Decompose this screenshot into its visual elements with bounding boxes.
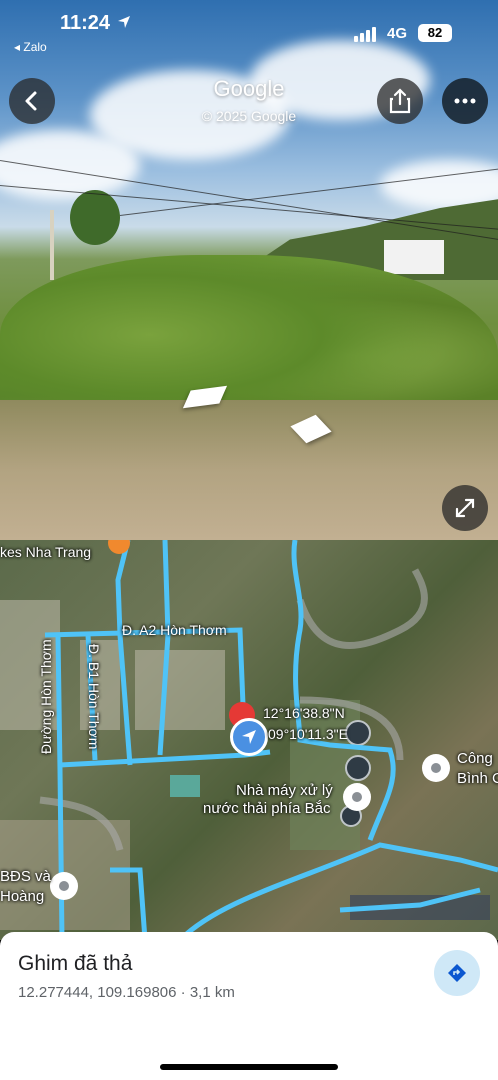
expand-button[interactable] bbox=[442, 485, 488, 531]
share-icon bbox=[389, 88, 411, 114]
ground bbox=[0, 400, 498, 540]
home-indicator[interactable] bbox=[160, 1064, 338, 1070]
place-coordinates: 12.277444, 109.169806 · 3,1 km bbox=[18, 984, 235, 1001]
more-button[interactable] bbox=[442, 78, 488, 124]
copyright-text: © 2025 Google bbox=[201, 108, 297, 124]
map-label-road-b1: Đ. B1 Hòn Thơm bbox=[86, 644, 102, 750]
battery-indicator: 82 bbox=[418, 24, 452, 42]
back-to-app-link[interactable]: ◂ Zalo bbox=[14, 40, 47, 54]
place-title: Ghim đã thả bbox=[18, 952, 133, 975]
coordinate-lat: 12°16'38.8"N bbox=[263, 705, 345, 721]
share-button[interactable] bbox=[377, 78, 423, 124]
status-bar: 11:24 ◂ Zalo 4G 82 bbox=[0, 0, 498, 60]
business-pin[interactable] bbox=[50, 872, 78, 900]
plant-pin[interactable] bbox=[343, 783, 371, 811]
location-arrow-icon bbox=[117, 16, 130, 28]
status-time: 11:24 bbox=[60, 12, 132, 35]
google-logo: Google bbox=[213, 76, 285, 101]
signal-icon bbox=[354, 26, 380, 42]
map-label-left-line2: Hoàng bbox=[0, 888, 45, 905]
directions-button[interactable] bbox=[434, 950, 480, 996]
company-pin[interactable] bbox=[422, 754, 450, 782]
expand-icon bbox=[455, 498, 475, 518]
place-sheet[interactable]: Ghim đã thả 12.277444, 109.169806 · 3,1 … bbox=[0, 932, 498, 1080]
map-label-left-line1: BĐS và bbox=[0, 868, 51, 885]
coordinate-lng: 09°10'11.3"E bbox=[268, 726, 348, 742]
directions-icon bbox=[448, 964, 466, 982]
location-arrow-icon bbox=[242, 730, 256, 744]
map-label-plant-line2: nước thải phía Bắc bbox=[203, 800, 331, 817]
map-label-poi: kes Nha Trang bbox=[0, 544, 92, 560]
map-label-road-a2: Đ. A2 Hòn Thơm bbox=[122, 622, 227, 638]
utility-pole bbox=[50, 210, 54, 280]
building bbox=[384, 240, 444, 274]
map-label-road-hon-thom: Đường Hòn Thơm bbox=[38, 639, 54, 754]
cloud bbox=[0, 130, 140, 200]
tree bbox=[70, 190, 120, 245]
map-label-right-line1: Công bbox=[457, 750, 493, 767]
more-icon bbox=[454, 98, 476, 104]
satellite-map[interactable]: kes Nha Trang Đ. A2 Hòn Thơm Đ. B1 Hòn T… bbox=[0, 540, 498, 940]
map-label-right-line2: Bình C bbox=[457, 770, 498, 787]
map-label-plant-line1: Nhà máy xử lý bbox=[236, 782, 333, 799]
network-type: 4G bbox=[387, 25, 408, 42]
current-location-marker[interactable] bbox=[230, 718, 268, 756]
